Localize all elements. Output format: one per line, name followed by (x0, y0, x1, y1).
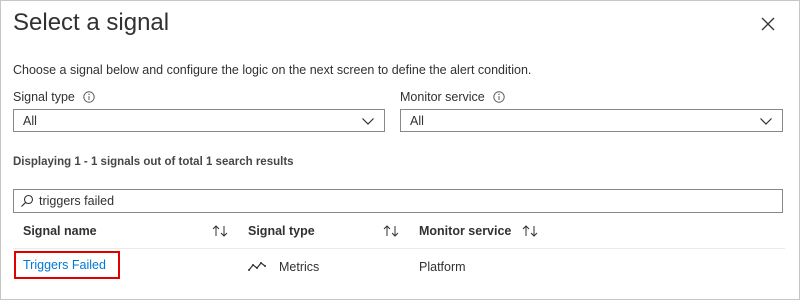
monitor-service-dropdown[interactable]: All (400, 109, 783, 132)
signal-name-link[interactable]: Triggers Failed (23, 258, 106, 272)
chevron-down-icon (760, 118, 772, 125)
monitor-service-label: Monitor service (400, 90, 485, 104)
select-signal-dialog: Select a signal Choose a signal below an… (0, 0, 800, 300)
metrics-icon (248, 262, 266, 271)
signal-type-cell: Metrics (279, 260, 320, 274)
sort-icon[interactable] (382, 223, 402, 239)
search-input-value: triggers failed (39, 194, 115, 208)
column-header-signal-type[interactable]: Signal type (248, 224, 315, 238)
signal-type-label: Signal type (13, 90, 75, 104)
dialog-title: Select a signal (13, 9, 170, 36)
table-divider (13, 248, 785, 249)
info-icon[interactable] (83, 91, 95, 103)
info-icon[interactable] (493, 91, 505, 103)
monitor-service-selected: All (410, 114, 424, 128)
monitor-service-cell: Platform (419, 260, 466, 274)
search-icon (21, 194, 34, 207)
column-header-signal-name[interactable]: Signal name (23, 224, 97, 238)
chevron-down-icon (362, 118, 374, 125)
signal-type-label-group: Signal type (13, 90, 95, 104)
dialog-description: Choose a signal below and configure the … (13, 63, 532, 77)
signal-type-selected: All (23, 114, 37, 128)
signal-type-dropdown[interactable]: All (13, 109, 385, 132)
monitor-service-label-group: Monitor service (400, 90, 505, 104)
column-header-monitor-service[interactable]: Monitor service (419, 224, 511, 238)
sort-icon[interactable] (521, 223, 541, 239)
search-input[interactable]: triggers failed (13, 189, 783, 213)
results-summary: Displaying 1 - 1 signals out of total 1 … (13, 156, 294, 168)
sort-icon[interactable] (211, 223, 231, 239)
close-icon[interactable] (759, 15, 777, 33)
